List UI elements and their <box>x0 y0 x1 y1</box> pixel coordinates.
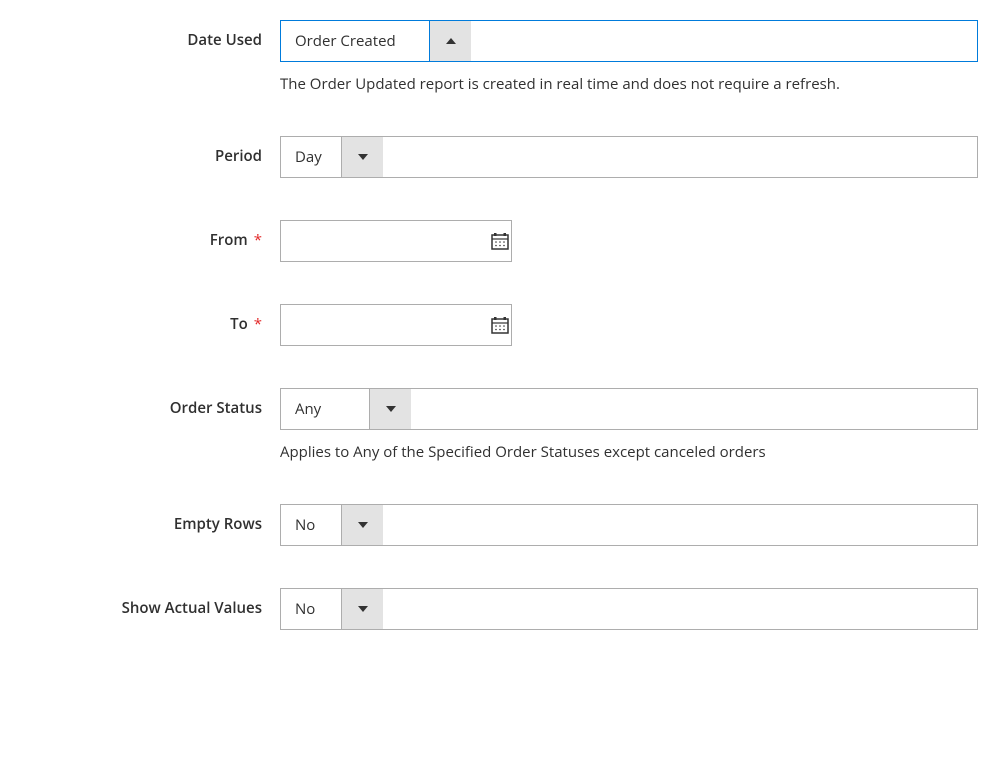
label-text-date-used: Date Used <box>187 30 262 50</box>
label-from: From * <box>20 220 280 250</box>
select-order-status[interactable]: Any <box>280 388 978 430</box>
control-show-actual-values: No <box>280 588 978 630</box>
date-input-wrap-to <box>280 304 512 346</box>
row-date-used: Date Used Order Created The Order Update… <box>20 20 978 94</box>
select-date-used[interactable]: Order Created <box>280 20 978 62</box>
control-order-status: Any Applies to Any of the Specified Orde… <box>280 388 978 462</box>
help-text-date-used: The Order Updated report is created in r… <box>280 74 978 94</box>
control-empty-rows: No <box>280 504 978 546</box>
select-show-actual-values[interactable]: No <box>280 588 978 630</box>
control-period: Day <box>280 136 978 178</box>
label-show-actual-values: Show Actual Values <box>20 588 280 618</box>
dropdown-toggle-empty-rows[interactable] <box>341 505 383 545</box>
label-text-from: From <box>210 230 248 250</box>
row-to: To * <box>20 304 978 346</box>
row-empty-rows: Empty Rows No <box>20 504 978 546</box>
label-text-empty-rows: Empty Rows <box>174 514 262 534</box>
control-date-used: Order Created The Order Updated report i… <box>280 20 978 94</box>
required-mark-from: * <box>254 230 262 250</box>
dropdown-toggle-date-used[interactable] <box>429 21 471 61</box>
label-text-show-actual-values: Show Actual Values <box>122 598 262 618</box>
help-text-order-status: Applies to Any of the Specified Order St… <box>280 442 978 462</box>
dropdown-toggle-order-status[interactable] <box>369 389 411 429</box>
from-field[interactable] <box>291 233 490 250</box>
row-period: Period Day <box>20 136 978 178</box>
control-from <box>280 220 978 262</box>
to-field[interactable] <box>291 317 490 334</box>
select-empty-rows[interactable]: No <box>280 504 978 546</box>
chevron-down-icon <box>386 406 396 412</box>
dropdown-toggle-show-actual-values[interactable] <box>341 589 383 629</box>
chevron-down-icon <box>358 606 368 612</box>
select-value-period: Day <box>281 137 341 177</box>
row-order-status: Order Status Any Applies to Any of the S… <box>20 388 978 462</box>
control-to <box>280 304 978 346</box>
chevron-down-icon <box>358 522 368 528</box>
chevron-down-icon <box>358 154 368 160</box>
label-order-status: Order Status <box>20 388 280 418</box>
label-text-order-status: Order Status <box>170 398 262 418</box>
label-text-period: Period <box>215 146 262 166</box>
select-period[interactable]: Day <box>280 136 978 178</box>
row-from: From * <box>20 220 978 262</box>
label-date-used: Date Used <box>20 20 280 50</box>
label-to: To * <box>20 304 280 334</box>
select-value-date-used: Order Created <box>281 21 429 61</box>
select-value-show-actual-values: No <box>281 589 341 629</box>
label-period: Period <box>20 136 280 166</box>
row-show-actual-values: Show Actual Values No <box>20 588 978 630</box>
select-value-order-status: Any <box>281 389 369 429</box>
label-text-to: To <box>230 314 248 334</box>
calendar-icon[interactable] <box>490 231 510 251</box>
chevron-up-icon <box>446 38 456 44</box>
dropdown-toggle-period[interactable] <box>341 137 383 177</box>
calendar-icon[interactable] <box>490 315 510 335</box>
date-input-wrap-from <box>280 220 512 262</box>
label-empty-rows: Empty Rows <box>20 504 280 534</box>
select-value-empty-rows: No <box>281 505 341 545</box>
required-mark-to: * <box>254 314 262 334</box>
